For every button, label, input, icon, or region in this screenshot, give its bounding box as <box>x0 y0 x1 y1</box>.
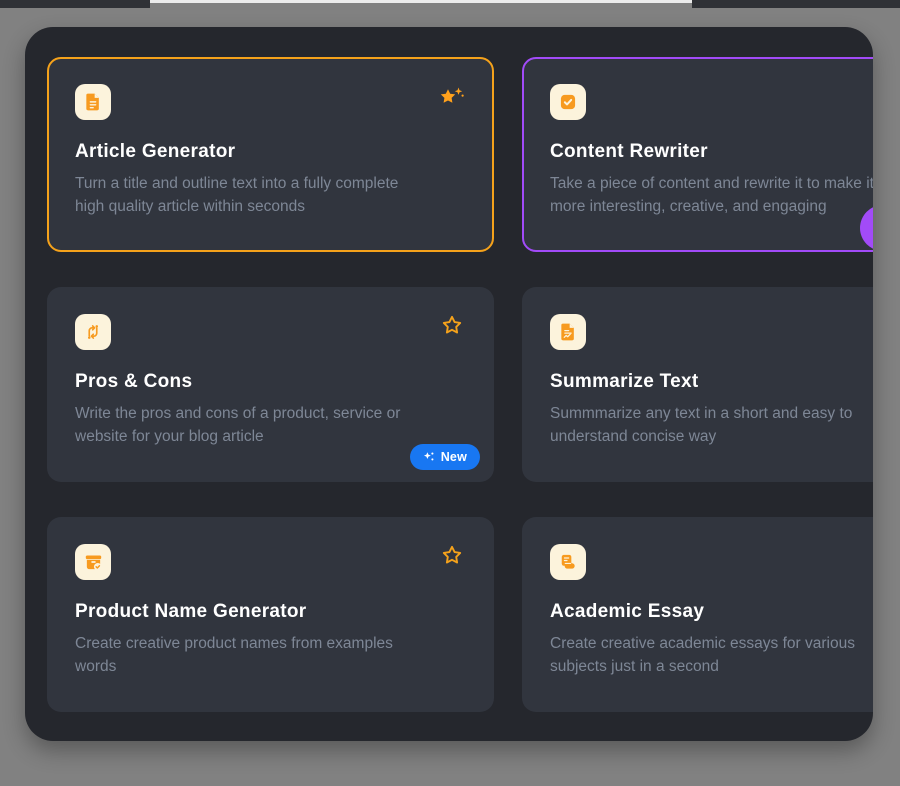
card-description: Turn a title and outline text into a ful… <box>75 172 466 218</box>
tool-card-grid: Article Generator Turn a title and outli… <box>47 57 873 712</box>
card-title: Article Generator <box>75 141 466 163</box>
checkbox-icon <box>558 92 578 112</box>
card-description: Take a piece of content and rewrite it t… <box>550 172 873 218</box>
document-icon <box>83 92 103 112</box>
icon-tile <box>75 314 111 350</box>
card-title: Content Rewriter <box>550 141 873 163</box>
icon-tile <box>550 314 586 350</box>
card-product-name-generator[interactable]: Product Name Generator Create creative p… <box>47 517 494 712</box>
card-title: Product Name Generator <box>75 601 466 623</box>
favorite-star-filled-icon[interactable] <box>437 86 465 110</box>
card-content-rewriter[interactable]: Content Rewriter Take a piece of content… <box>522 57 873 252</box>
summarize-document-icon <box>558 322 578 342</box>
tools-panel: Article Generator Turn a title and outli… <box>25 27 873 741</box>
scroll-icon <box>558 552 578 572</box>
sparkle-icon <box>423 451 435 463</box>
icon-tile <box>550 84 586 120</box>
icon-tile <box>75 84 111 120</box>
new-badge: New <box>410 444 480 470</box>
card-description: Write the pros and cons of a product, se… <box>75 402 466 448</box>
card-description: Summmarize any text in a short and easy … <box>550 402 873 448</box>
swap-arrows-icon <box>83 322 103 342</box>
card-description: Create creative product names from examp… <box>75 632 466 678</box>
card-academic-essay[interactable]: Academic Essay Create creative academic … <box>522 517 873 712</box>
icon-tile <box>75 544 111 580</box>
card-description: Create creative academic essays for vari… <box>550 632 873 678</box>
top-right-window-edge <box>692 0 900 8</box>
new-badge-label: New <box>441 450 467 464</box>
top-left-window-edge <box>0 0 150 8</box>
card-pros-cons[interactable]: Pros & Cons Write the pros and cons of a… <box>47 287 494 482</box>
card-article-generator[interactable]: Article Generator Turn a title and outli… <box>47 57 494 252</box>
icon-tile <box>550 544 586 580</box>
favorite-star-outline-icon[interactable] <box>439 314 467 338</box>
favorite-star-outline-icon[interactable] <box>439 544 467 568</box>
card-summarize-text[interactable]: Summarize Text Summmarize any text in a … <box>522 287 873 482</box>
package-check-icon <box>83 552 104 573</box>
card-title: Academic Essay <box>550 601 873 623</box>
card-title: Summarize Text <box>550 371 873 393</box>
card-title: Pros & Cons <box>75 371 466 393</box>
